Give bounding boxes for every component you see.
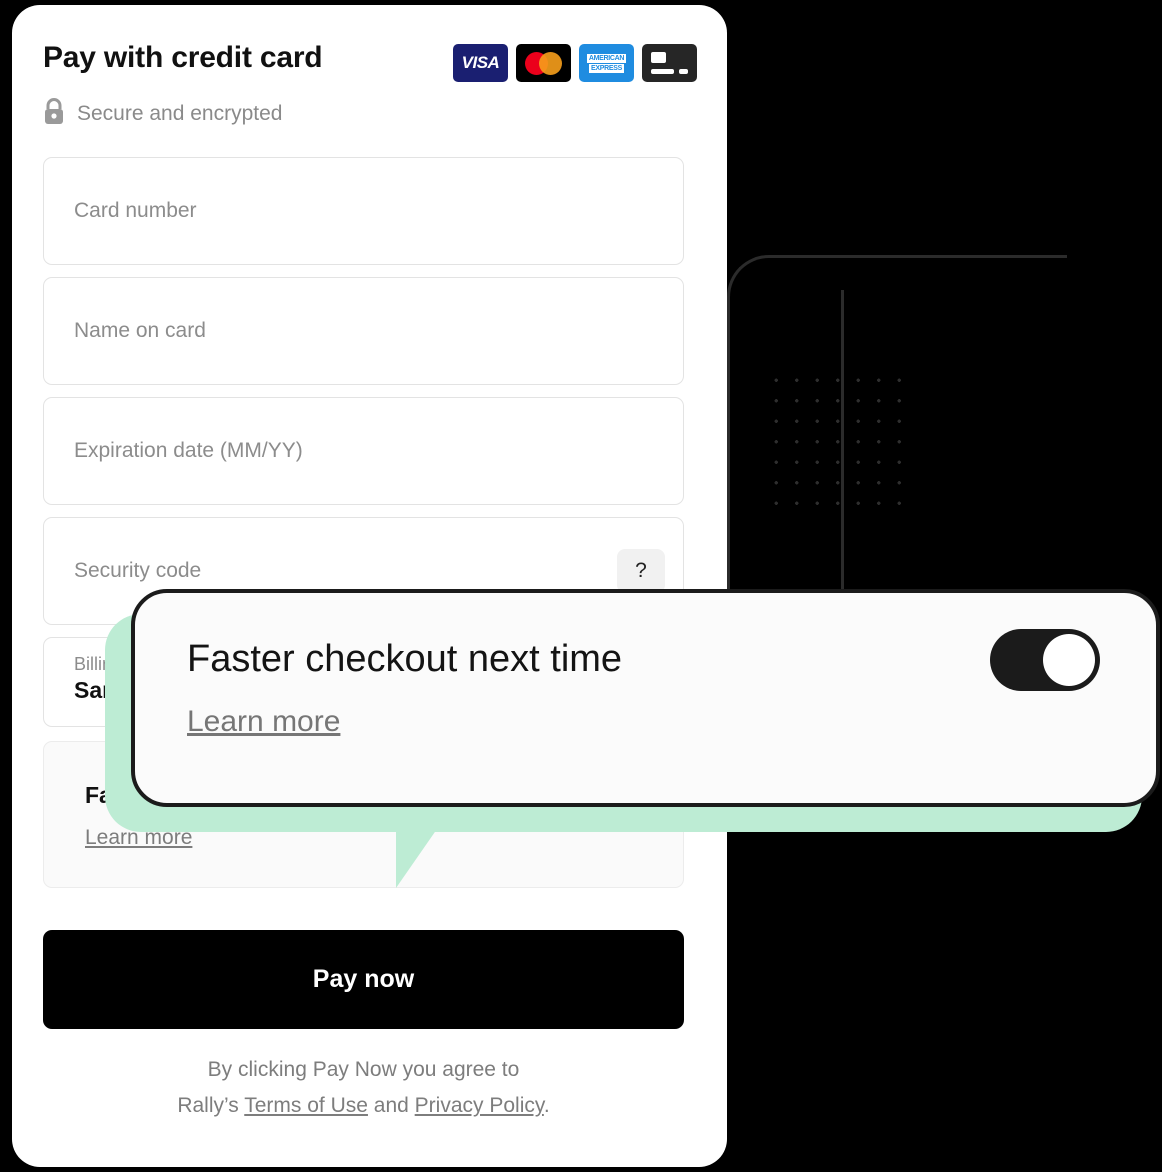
visa-icon: VISA xyxy=(453,44,508,82)
privacy-policy-link[interactable]: Privacy Policy xyxy=(415,1094,544,1117)
legal-line-2-prefix: Rally’s xyxy=(177,1094,245,1118)
expiration-date-placeholder: Expiration date (MM/YY) xyxy=(74,439,303,462)
name-on-card-placeholder: Name on card xyxy=(74,319,206,342)
terms-of-use-link[interactable]: Terms of Use xyxy=(244,1094,368,1117)
faster-checkout-toggle[interactable] xyxy=(990,629,1100,691)
legal-line-2-middle: and xyxy=(367,1094,415,1118)
american-express-icon: AMERICAN EXPRESS xyxy=(579,44,634,82)
security-code-help-icon[interactable]: ? xyxy=(617,549,665,593)
card-brand-list: VISA AMERICAN EXPRESS xyxy=(453,44,697,82)
generic-card-icon-chip xyxy=(651,52,666,63)
legal-footer: By clicking Pay Now you agree to Rally’s… xyxy=(43,1052,684,1124)
tooltip-learn-more-link[interactable]: Learn more xyxy=(187,705,340,739)
amex-icon-line-1: AMERICAN xyxy=(586,53,627,63)
mastercard-icon-right-circle xyxy=(539,51,562,75)
checkout-card: Pay with credit card VISA AMERICAN EXPRE… xyxy=(12,5,727,1167)
secure-note-text: Secure and encrypted xyxy=(77,102,283,125)
amex-icon-line-2: EXPRESS xyxy=(589,63,624,73)
card-number-placeholder: Card number xyxy=(74,199,197,222)
expiration-date-input[interactable]: Expiration date (MM/YY) xyxy=(43,397,684,505)
card-header: Pay with credit card VISA AMERICAN EXPRE… xyxy=(43,41,697,82)
legal-line-1: By clicking Pay Now you agree to xyxy=(207,1058,520,1081)
generic-card-icon-bar-short xyxy=(679,69,688,74)
lock-icon xyxy=(43,98,65,130)
generic-card-icon xyxy=(642,44,697,82)
security-code-placeholder: Security code xyxy=(74,559,202,582)
page-title: Pay with credit card xyxy=(43,41,323,74)
legal-line-2-suffix: . xyxy=(543,1094,550,1118)
generic-card-icon-bar-long xyxy=(651,69,674,74)
card-number-input[interactable]: Card number xyxy=(43,157,684,265)
mastercard-icon xyxy=(516,44,571,82)
tooltip-pointer-tail xyxy=(396,816,446,888)
tooltip-title: Faster checkout next time xyxy=(187,638,623,680)
decorative-dot-grid xyxy=(766,370,914,518)
secure-note-row: Secure and encrypted xyxy=(43,98,282,130)
toggle-knob xyxy=(1043,634,1095,686)
faster-checkout-tooltip: Faster checkout next time Learn more xyxy=(131,589,1160,807)
visa-icon-label: VISA xyxy=(461,53,500,72)
name-on-card-input[interactable]: Name on card xyxy=(43,277,684,385)
pay-now-button[interactable]: Pay now xyxy=(43,930,684,1029)
